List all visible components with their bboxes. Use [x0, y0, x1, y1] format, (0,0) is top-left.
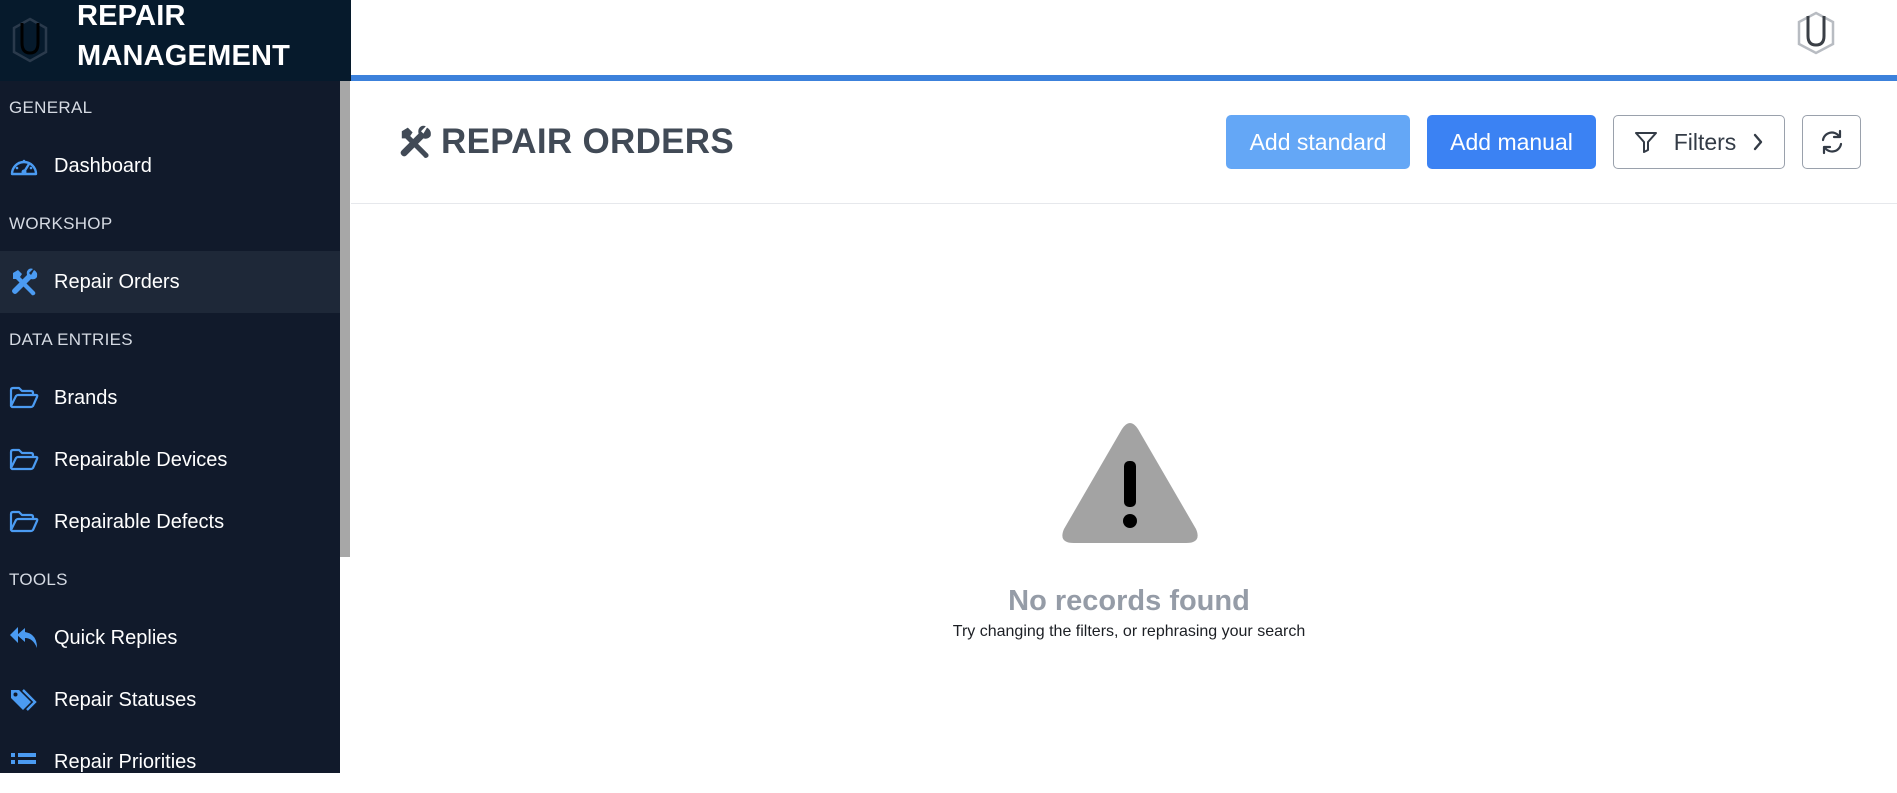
- sidebar-item-label: Dashboard: [54, 154, 152, 177]
- gauge-icon: [9, 151, 41, 181]
- tools-icon: [400, 125, 431, 158]
- sidebar-item-label: Repairable Defects: [54, 510, 225, 533]
- sidebar-item-brands[interactable]: Brands: [0, 367, 340, 429]
- app-title-line1: REPAIR: [77, 0, 186, 32]
- sidebar-item-label: Repair Statuses: [54, 688, 197, 711]
- add-standard-button[interactable]: Add standard: [1226, 115, 1410, 169]
- add-manual-button[interactable]: Add manual: [1427, 115, 1596, 169]
- app-title-line2: MANAGEMENT: [77, 40, 291, 72]
- sidebar-item-label: Brands: [54, 386, 118, 409]
- empty-state-subtitle: Try changing the filters, or rephrasing …: [952, 623, 1306, 640]
- sidebar-item-dashboard[interactable]: Dashboard: [0, 135, 340, 197]
- reply-all-icon: [9, 623, 41, 653]
- sidebar-item-quick-replies[interactable]: Quick Replies: [0, 607, 340, 669]
- folder-open-icon: [9, 445, 41, 475]
- section-heading-tools: TOOLS: [9, 570, 68, 589]
- section-heading-workshop: WORKSHOP: [9, 214, 113, 233]
- empty-state: No records found Try changing the filter…: [351, 204, 1897, 773]
- sidebar-nav: GENERAL Dashboard WORKSHOP Repair Orders…: [0, 81, 340, 793]
- sidebar-item-label: Repair Priorities: [54, 750, 197, 773]
- filter-icon: [1634, 132, 1657, 153]
- app-title: REPAIR MANAGEMENT: [77, 0, 347, 76]
- brand-header[interactable]: REPAIR MANAGEMENT: [0, 0, 351, 81]
- section-heading-general: GENERAL: [9, 98, 93, 117]
- sidebar-item-repair-orders[interactable]: Repair Orders: [0, 251, 340, 313]
- folder-open-icon: [9, 383, 41, 413]
- tags-icon: [9, 685, 41, 715]
- refresh-icon: [1821, 129, 1842, 155]
- filters-label: Filters: [1673, 128, 1737, 155]
- empty-state-title: No records found: [1008, 585, 1250, 617]
- sidebar-item-repair-statuses[interactable]: Repair Statuses: [0, 669, 340, 731]
- sidebar-item-repairable-devices[interactable]: Repairable Devices: [0, 429, 340, 491]
- warning-triangle-icon: [1062, 423, 1198, 543]
- u-hex-logo-icon: [12, 17, 48, 63]
- folder-open-icon: [9, 507, 41, 537]
- page-title-group: REPAIR ORDERS: [397, 122, 734, 162]
- section-heading-data-entries: DATA ENTRIES: [9, 330, 133, 349]
- sidebar-scrollbar-thumb[interactable]: [340, 81, 350, 557]
- tools-icon: [9, 267, 41, 297]
- sidebar-scrollbar-track[interactable]: [340, 557, 350, 773]
- sidebar-item-repairable-defects[interactable]: Repairable Defects: [0, 491, 340, 553]
- page-title: REPAIR ORDERS: [441, 122, 735, 161]
- sidebar-item-repair-priorities[interactable]: Repair Priorities: [0, 731, 340, 793]
- sidebar-item-label: Repair Orders: [54, 270, 180, 293]
- sidebar-item-label: Quick Replies: [54, 626, 178, 649]
- sidebar-item-label: Repairable Devices: [54, 448, 228, 471]
- filters-button[interactable]: Filters: [1613, 115, 1785, 169]
- chevron-right-icon: [1754, 133, 1763, 151]
- refresh-button[interactable]: [1802, 115, 1861, 169]
- top-bar: [351, 0, 1897, 75]
- user-avatar-logo-icon[interactable]: [1795, 10, 1837, 56]
